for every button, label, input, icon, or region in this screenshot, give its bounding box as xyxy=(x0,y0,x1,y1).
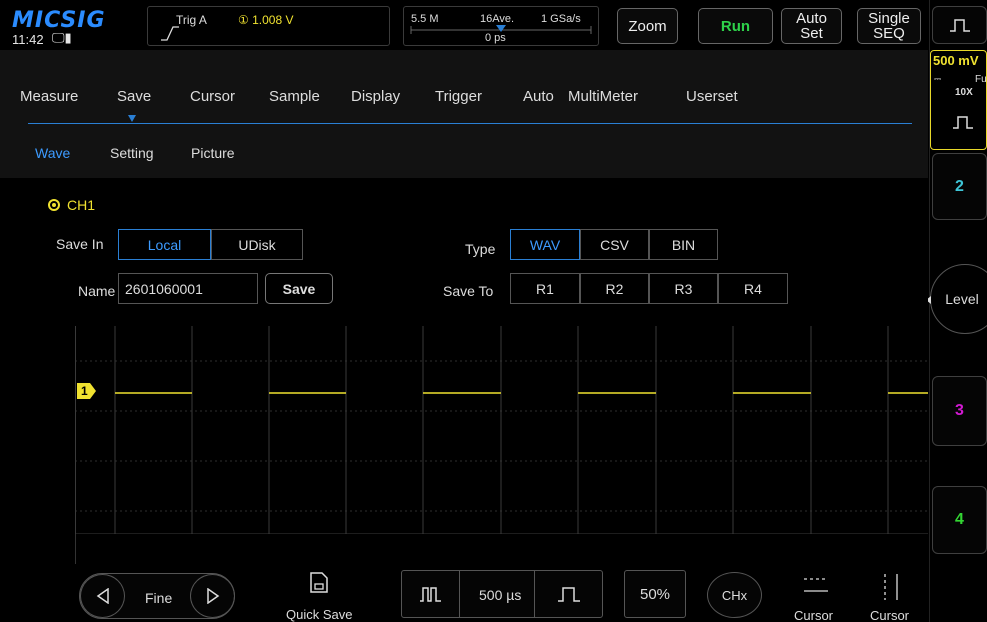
auto-set-label-2: Set xyxy=(800,25,823,42)
auto-set-button[interactable]: Auto Set xyxy=(781,8,842,44)
tab-sample[interactable]: Sample xyxy=(269,88,320,105)
rising-edge-icon xyxy=(161,26,179,41)
trigger-50-percent-button[interactable]: 50% xyxy=(624,570,686,618)
type-label: Type xyxy=(465,241,496,257)
tab-display[interactable]: Display xyxy=(351,88,400,105)
narrow-pulse-icon xyxy=(419,587,441,602)
ch1-marker[interactable]: 1 xyxy=(77,383,97,399)
subtab-wave[interactable]: Wave xyxy=(35,145,70,161)
single-seq-button[interactable]: Single SEQ xyxy=(857,8,921,44)
trigger-value: ① 1.008 V xyxy=(238,13,294,27)
grid xyxy=(75,326,928,534)
level-label: Level xyxy=(945,291,979,307)
wide-pulse-icon xyxy=(557,587,580,602)
subtab-picture[interactable]: Picture xyxy=(191,145,235,161)
save-to-label: Save To xyxy=(443,283,494,299)
run-button[interactable]: Run xyxy=(698,8,773,44)
memory-position-bar xyxy=(410,25,592,34)
quick-save-label: Quick Save xyxy=(286,607,353,622)
tab-cursor[interactable]: Cursor xyxy=(190,88,235,105)
zoom-button[interactable]: Zoom xyxy=(617,8,678,44)
fine-label: Fine xyxy=(145,590,173,606)
save-in-udisk-option[interactable]: UDisk xyxy=(211,229,303,260)
save-to-r2-option[interactable]: R2 xyxy=(580,273,649,304)
chx-button[interactable]: CHx xyxy=(707,572,762,618)
tab-userset[interactable]: Userset xyxy=(686,88,738,105)
timebase-value: 500 µs xyxy=(479,587,522,603)
waveform-display[interactable] xyxy=(75,326,928,534)
tab-underline xyxy=(28,123,912,124)
ch2-button[interactable]: 2 xyxy=(932,153,987,220)
cursor-label-2: Cursor xyxy=(870,608,910,622)
fine-right-button[interactable] xyxy=(190,574,235,618)
subtab-setting[interactable]: Setting xyxy=(110,145,154,161)
ch1-label: CH1 xyxy=(67,197,96,213)
pulse-icon xyxy=(953,116,973,129)
vertical-cursor-icon xyxy=(884,574,898,600)
bandwidth-label: Fu xyxy=(975,74,987,85)
ch1-marker-label: 1 xyxy=(81,384,88,398)
single-label-1: Single xyxy=(868,10,910,27)
screen-battery-icons: 🖵▮ xyxy=(52,30,72,45)
type-csv-option[interactable]: CSV xyxy=(580,229,649,260)
tab-measure[interactable]: Measure xyxy=(20,88,78,105)
ch1-volts-div: 500 mV xyxy=(933,53,979,68)
auto-set-label-1: Auto xyxy=(796,10,827,27)
triangle-right-icon xyxy=(206,588,219,604)
scope-bottom-strip xyxy=(75,534,928,564)
cursor-vertical-button[interactable]: Cursor xyxy=(866,570,916,622)
tab-auto[interactable]: Auto xyxy=(523,88,554,105)
ch4-button[interactable]: 4 xyxy=(932,486,987,554)
save-to-r1-option[interactable]: R1 xyxy=(510,273,580,304)
save-in-label: Save In xyxy=(56,236,104,252)
save-file-icon xyxy=(310,572,328,593)
timebase-decrease-button[interactable] xyxy=(402,571,460,617)
single-label-2: SEQ xyxy=(873,25,905,42)
tab-save[interactable]: Save xyxy=(117,88,151,105)
triangle-left-icon xyxy=(96,588,109,604)
save-button[interactable]: Save xyxy=(265,273,333,304)
ch3-button[interactable]: 3 xyxy=(932,376,987,446)
clock: 11:42 xyxy=(12,32,44,47)
cursor-horizontal-button[interactable]: Cursor xyxy=(792,570,842,622)
type-wav-option[interactable]: WAV xyxy=(510,229,580,260)
name-label: Name xyxy=(78,283,116,299)
tab-multimeter[interactable]: MultiMeter xyxy=(568,88,638,105)
cursor-label-1: Cursor xyxy=(794,608,834,622)
tab-trigger[interactable]: Trigger xyxy=(435,88,482,105)
ch1-pulse-button[interactable] xyxy=(932,6,987,44)
save-in-local-option[interactable]: Local xyxy=(118,229,211,260)
timebase-increase-button[interactable] xyxy=(534,571,602,617)
trigger-label: Trig A xyxy=(176,13,207,27)
horizontal-cursor-icon xyxy=(804,578,828,592)
type-bin-option[interactable]: BIN xyxy=(649,229,718,260)
save-to-r3-option[interactable]: R3 xyxy=(649,273,718,304)
probe-factor: 10X xyxy=(955,87,973,98)
quick-save-button[interactable]: Quick Save xyxy=(280,570,360,622)
name-input[interactable]: 2601060001 xyxy=(118,273,258,304)
pulse-icon xyxy=(949,19,970,32)
fine-left-button[interactable] xyxy=(80,574,125,618)
save-to-r4-option[interactable]: R4 xyxy=(718,273,788,304)
active-tab-caret-icon xyxy=(128,115,136,122)
coupling-icon: ⎓ xyxy=(934,74,942,84)
ch1-radio[interactable] xyxy=(48,199,60,211)
